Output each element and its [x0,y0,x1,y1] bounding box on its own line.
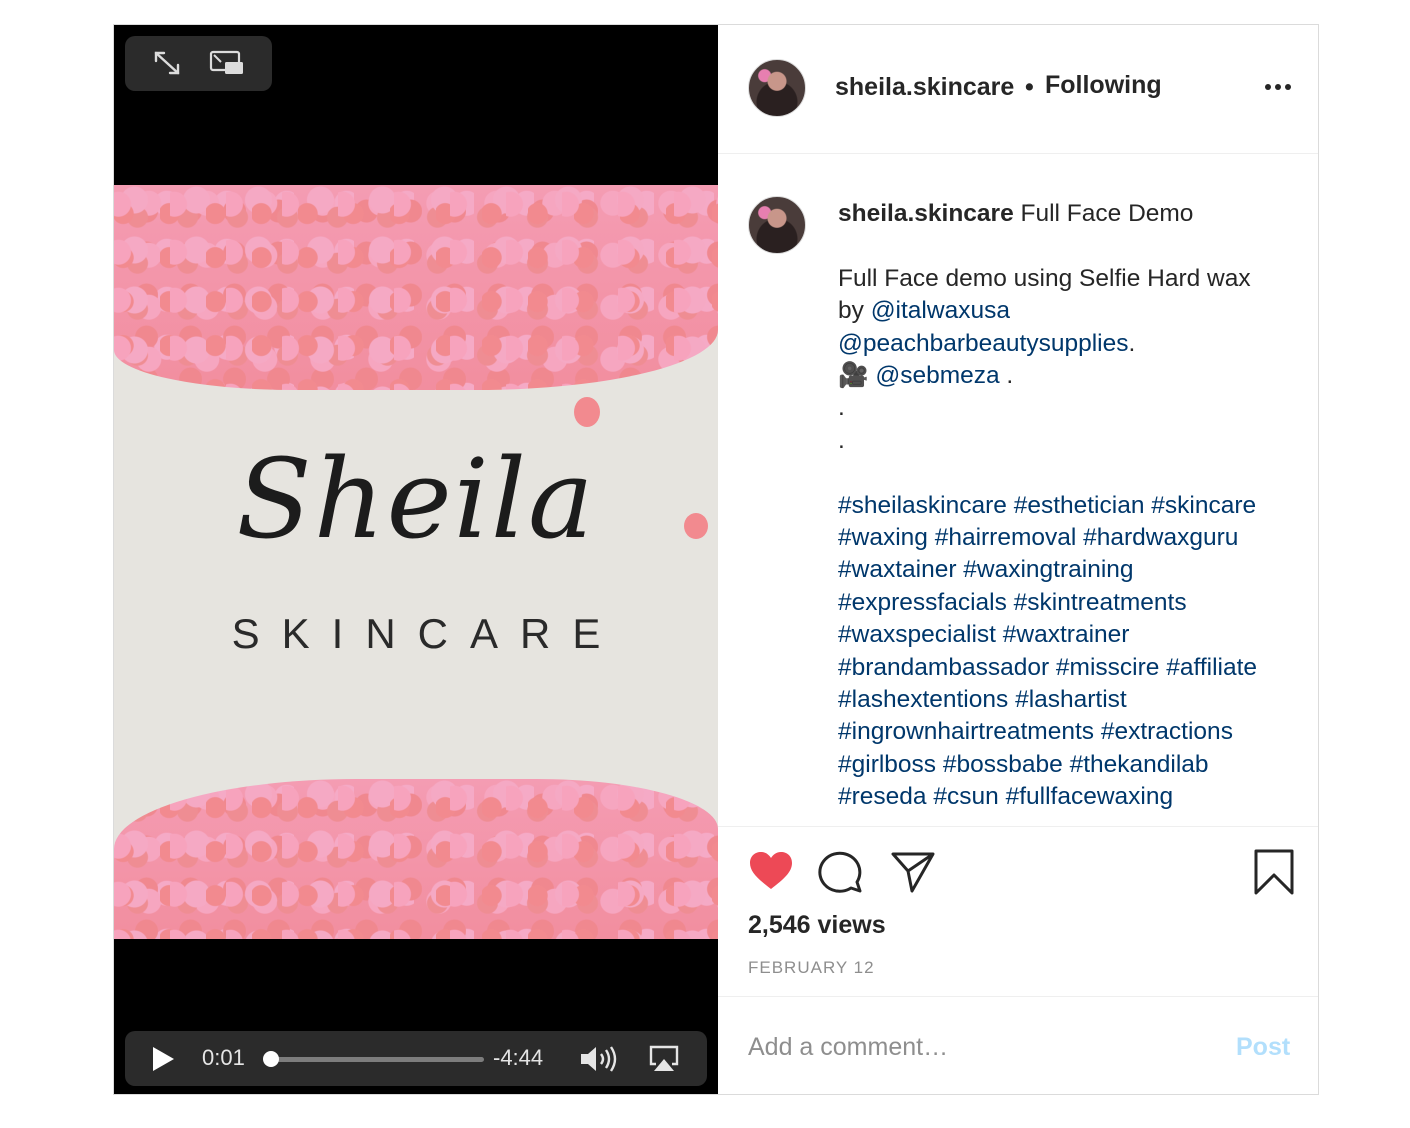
mention-link[interactable]: @italwaxusa [871,297,1010,324]
comment-input[interactable] [748,1027,1218,1067]
remaining-time: -4:44 [493,1045,544,1070]
header-username[interactable]: sheila.skincare [835,73,1014,102]
hashtag-link[interactable]: #lashartist [1015,686,1127,713]
wax-beads-top [114,185,718,390]
video-brand-subtitle: SKINCARE [231,610,623,657]
wax-beads-bottom [114,779,718,939]
avatar[interactable] [748,59,806,117]
hashtag-line: #reseda #csun #fullfacewaxing [838,781,1303,813]
hashtag-link[interactable]: #misscire [1056,654,1159,681]
hashtag-link[interactable]: #esthetician [1014,492,1145,519]
caption-text: sheila.skincare Full Face Demo Full Face… [838,198,1303,814]
hashtag-link[interactable]: #ingrownhairtreatments [838,718,1094,745]
caption-period: . [999,362,1014,390]
caption-section: sheila.skincare Full Face Demo Full Face… [718,154,1318,826]
view-count[interactable]: 2,546 views [748,911,886,940]
comment-icon[interactable] [818,849,864,895]
bookmark-icon[interactable] [1251,849,1297,895]
volume-icon[interactable] [579,1045,619,1073]
hashtag-link[interactable]: #thekandilab [1070,751,1209,778]
video-control-bar: 0:01 -4:44 [125,1031,707,1086]
hashtag-link[interactable]: #waxtainer [838,556,956,583]
play-icon[interactable] [151,1046,175,1072]
hashtag-link[interactable]: #hardwaxguru [1083,524,1238,551]
hashtag-link[interactable]: #skintreatments [1014,589,1187,616]
hashtag-link[interactable]: #waxtrainer [1003,621,1130,648]
video-brand-script: Sheila [236,435,596,563]
hashtag-line: #girlboss #bossbabe #thekandilab [838,749,1303,781]
hashtag-link[interactable]: #expressfacials [838,589,1007,616]
hashtag-line: #sheilaskincare #esthetician #skincare [838,490,1303,522]
hashtag-link[interactable]: #extractions [1101,718,1233,745]
hashtag-link[interactable]: #brandambassador [838,654,1049,681]
hashtag-line: #waxtainer #waxingtraining [838,554,1303,586]
current-time: 0:01 [202,1045,245,1070]
post-header: sheila.skincare • Following [718,25,1318,154]
caption-period: . [1128,329,1136,357]
hashtag-link[interactable]: #affiliate [1166,654,1257,681]
hashtag-link[interactable]: #girlboss [838,751,936,778]
action-bar: 2,546 views FEBRUARY 12 [718,826,1318,997]
hashtag-link[interactable]: #sheilaskincare [838,492,1007,519]
hashtag-line: #ingrownhairtreatments #extractions [838,716,1303,748]
avatar[interactable] [748,196,806,254]
hashtag-link[interactable]: #reseda [838,783,927,810]
share-icon[interactable] [890,849,936,895]
video-top-controls [125,36,272,91]
separator-dot: • [1025,73,1034,101]
hashtag-link[interactable]: #fullfacewaxing [1006,783,1174,810]
caption-username[interactable]: sheila.skincare [838,200,1014,227]
caption-dot: . [838,394,845,422]
airplay-icon[interactable] [648,1044,680,1072]
hashtag-list: #sheilaskincare #esthetician #skincare #w… [838,490,1303,814]
progress-slider[interactable] [262,1051,484,1067]
hashtag-line: #waxspecialist #waxtrainer [838,619,1303,651]
caption-line: Full Face demo using Selfie Hard wax [838,264,1251,292]
post-comment-button[interactable]: Post [1236,1033,1290,1062]
hashtag-link[interactable]: #hairremoval [935,524,1077,551]
hashtag-link[interactable]: #waxspecialist [838,621,996,648]
hashtag-link[interactable]: #bossbabe [943,751,1063,778]
following-button[interactable]: Following [1045,71,1162,100]
hashtag-link[interactable]: #waxingtraining [963,556,1133,583]
hashtag-link[interactable]: #lashextentions [838,686,1008,713]
camera-emoji-icon: 🎥 [838,362,869,390]
comment-form: Post [718,996,1318,1095]
hashtag-line: #lashextentions #lashartist [838,684,1303,716]
video-player[interactable]: Sheila SKINCARE 0:01 -4:44 [114,25,718,1094]
hashtag-line: #waxing #hairremoval #hardwaxguru [838,522,1303,554]
caption-dot: . [838,426,845,454]
picture-in-picture-icon[interactable] [209,50,245,76]
mention-link[interactable]: @sebmeza [875,362,999,389]
hashtag-link[interactable]: #skincare [1151,492,1256,519]
post-sidebar: sheila.skincare • Following sheila.skinc… [718,25,1318,1094]
heart-icon[interactable] [748,849,794,895]
hashtag-link[interactable]: #csun [933,783,998,810]
hashtag-link[interactable]: #waxing [838,524,928,551]
hashtag-line: #expressfacials #skintreatments [838,587,1303,619]
post-date[interactable]: FEBRUARY 12 [748,958,875,978]
caption-title: Full Face Demo [1020,200,1194,227]
hashtag-line: #brandambassador #misscire #affiliate [838,652,1303,684]
post-card: Sheila SKINCARE 0:01 -4:44 sheila.skinca… [113,24,1319,1095]
mention-link[interactable]: @peachbarbeautysupplies [838,330,1128,357]
wax-bead [574,397,600,427]
more-options-icon[interactable] [1263,77,1293,97]
caption-by: by [838,297,871,325]
video-frame[interactable]: Sheila SKINCARE [114,185,718,939]
expand-icon[interactable] [152,50,182,76]
progress-handle[interactable] [262,1051,279,1067]
